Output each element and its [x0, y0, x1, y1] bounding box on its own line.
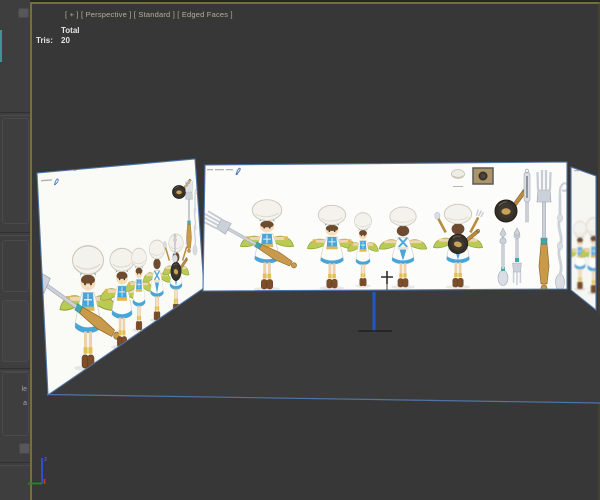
viewport-canvas[interactable]: z: [0, 0, 600, 500]
texture-thumbnail: [82, 164, 86, 168]
stats-row-value: 20: [61, 36, 70, 45]
photo-thumbnail: [472, 167, 494, 185]
front-reference-plane[interactable]: [201, 162, 568, 291]
application-window: le a z [+] [Perspective] [Standard …: [0, 0, 600, 500]
right-reference-plane[interactable]: [568, 167, 600, 310]
viewport-label-menu[interactable]: [ + ] [ Perspective ] [ Standard ] [ Edg…: [65, 10, 233, 19]
stats-row-label: Tris:: [36, 36, 53, 45]
world-axis-tripod: z: [28, 456, 47, 485]
axis-z-label: z: [44, 456, 47, 463]
stats-column-header: Total: [61, 26, 80, 35]
